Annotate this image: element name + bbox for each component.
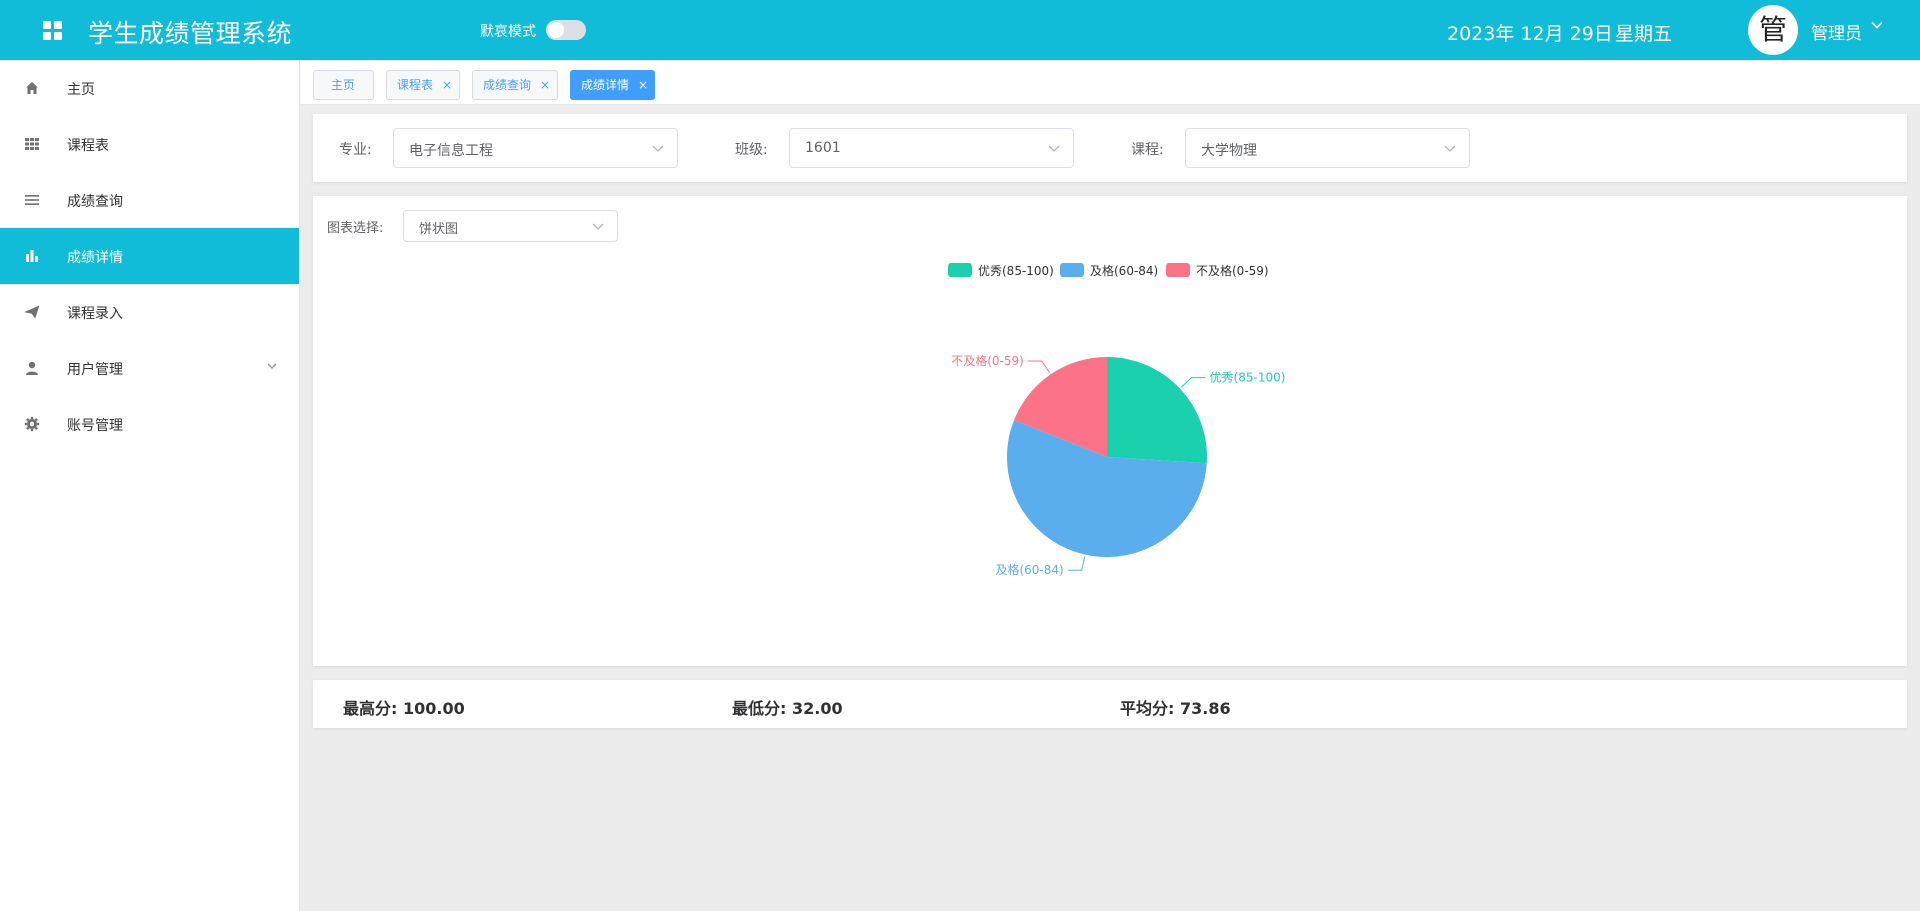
tab-label: 成绩查询	[483, 78, 532, 92]
sidebar-item-grade-query[interactable]: 成绩查询	[0, 172, 299, 228]
pie-slice-excellent[interactable]	[1107, 357, 1207, 464]
current-weekday: 星期五	[1615, 23, 1673, 45]
legend-swatch	[1060, 263, 1084, 277]
sidebar-item-label: 成绩详情	[67, 250, 123, 266]
select-value: 饼状图	[419, 222, 459, 237]
legend-label: 优秀(85-100)	[978, 264, 1054, 278]
list-icon	[24, 192, 40, 208]
close-icon[interactable]: ×	[540, 71, 550, 99]
gear-icon	[24, 416, 40, 432]
avatar[interactable]: 管	[1748, 5, 1798, 55]
home-icon	[24, 80, 40, 96]
pie-label-line	[1067, 556, 1086, 571]
sidebar-item-grade-detail[interactable]: 成绩详情	[0, 228, 299, 284]
sidebar-item-label: 课程录入	[67, 306, 123, 322]
pie-slice-label: 优秀(85-100)	[1210, 371, 1286, 385]
pie-chart: 优秀(85-100) 及格(60-84) 不及格(0-59)	[951, 353, 1286, 577]
close-icon[interactable]: ×	[442, 71, 452, 99]
pie-label-line	[1181, 377, 1206, 388]
sidebar-item-label: 课程表	[67, 138, 109, 154]
tab-label: 主页	[331, 78, 356, 92]
legend-label: 不及格(0-59)	[1196, 264, 1269, 278]
chevron-down-icon	[266, 360, 278, 375]
dark-mode-label: 默哀模式	[480, 24, 536, 40]
legend-swatch	[948, 263, 972, 277]
stats-panel: 最高分: 100.00 最低分: 32.00 平均分: 73.86	[313, 680, 1907, 728]
filter-panel: 专业: 电子信息工程 班级: 1601 课程: 大学物理	[313, 114, 1907, 182]
select-value: 1601	[805, 140, 841, 156]
sidebar-item-schedule[interactable]: 课程表	[0, 116, 299, 172]
legend-swatch	[1166, 263, 1190, 277]
course-select[interactable]: 大学物理	[1185, 128, 1470, 168]
current-date: 2023年 12月 29日	[1447, 23, 1613, 45]
max-score: 最高分: 100.00	[343, 699, 465, 718]
grid-menu-icon[interactable]	[43, 21, 63, 41]
chevron-down-icon[interactable]	[1870, 18, 1884, 36]
bar-chart-icon	[24, 248, 40, 264]
sidebar-item-home[interactable]: 主页	[0, 60, 299, 116]
user-icon	[24, 360, 40, 376]
tab-grade-detail[interactable]: 成绩详情 ×	[570, 70, 655, 100]
grid-icon	[24, 136, 40, 152]
chevron-down-icon	[1047, 138, 1061, 162]
chevron-down-icon	[591, 216, 605, 240]
user-menu-name[interactable]: 管理员	[1811, 19, 1862, 44]
paper-plane-icon	[24, 304, 40, 320]
sidebar-item-account-management[interactable]: 账号管理	[0, 396, 299, 452]
chevron-down-icon	[651, 138, 665, 162]
app-title: 学生成绩管理系统	[88, 19, 293, 48]
chart-type-select[interactable]: 饼状图	[403, 210, 618, 242]
tab-label: 课程表	[397, 78, 434, 92]
sidebar: 主页 课程表 成绩查询 成绩详情 课程录入 用户管理 账号管理	[0, 60, 300, 911]
average-score: 平均分: 73.86	[1120, 699, 1231, 718]
sidebar-item-user-management[interactable]: 用户管理	[0, 340, 299, 396]
legend-label: 及格(60-84)	[1090, 264, 1159, 278]
chart-select-label: 图表选择:	[327, 221, 384, 236]
dark-mode-toggle[interactable]	[546, 20, 586, 40]
class-label: 班级:	[735, 142, 768, 158]
tab-schedule[interactable]: 课程表 ×	[386, 70, 460, 100]
sidebar-item-label: 主页	[67, 82, 95, 98]
tab-bar: 主页 课程表 × 成绩查询 × 成绩详情 ×	[300, 60, 1920, 105]
toggle-knob	[548, 22, 564, 38]
course-label: 课程:	[1131, 142, 1164, 158]
major-label: 专业:	[339, 142, 372, 158]
sidebar-item-label: 账号管理	[67, 418, 123, 434]
tab-label: 成绩详情	[581, 78, 630, 92]
select-value: 大学物理	[1201, 143, 1257, 159]
pie-slice-label: 不及格(0-59)	[951, 353, 1024, 368]
major-select[interactable]: 电子信息工程	[393, 128, 678, 168]
top-header: 学生成绩管理系统 默哀模式 2023年 12月 29日 星期五 管 管理员	[0, 0, 1920, 60]
sidebar-item-label: 用户管理	[67, 362, 123, 378]
close-icon[interactable]: ×	[638, 71, 648, 99]
class-select[interactable]: 1601	[789, 128, 1074, 168]
chevron-down-icon	[1443, 138, 1457, 162]
sidebar-item-label: 成绩查询	[67, 194, 123, 210]
tab-grade-query[interactable]: 成绩查询 ×	[472, 70, 558, 100]
pie-slice-label: 及格(60-84)	[995, 562, 1063, 577]
pie-label-line	[1027, 360, 1051, 373]
tab-home[interactable]: 主页	[313, 70, 374, 100]
min-score: 最低分: 32.00	[732, 699, 843, 718]
sidebar-item-course-entry[interactable]: 课程录入	[0, 284, 299, 340]
select-value: 电子信息工程	[409, 143, 493, 159]
